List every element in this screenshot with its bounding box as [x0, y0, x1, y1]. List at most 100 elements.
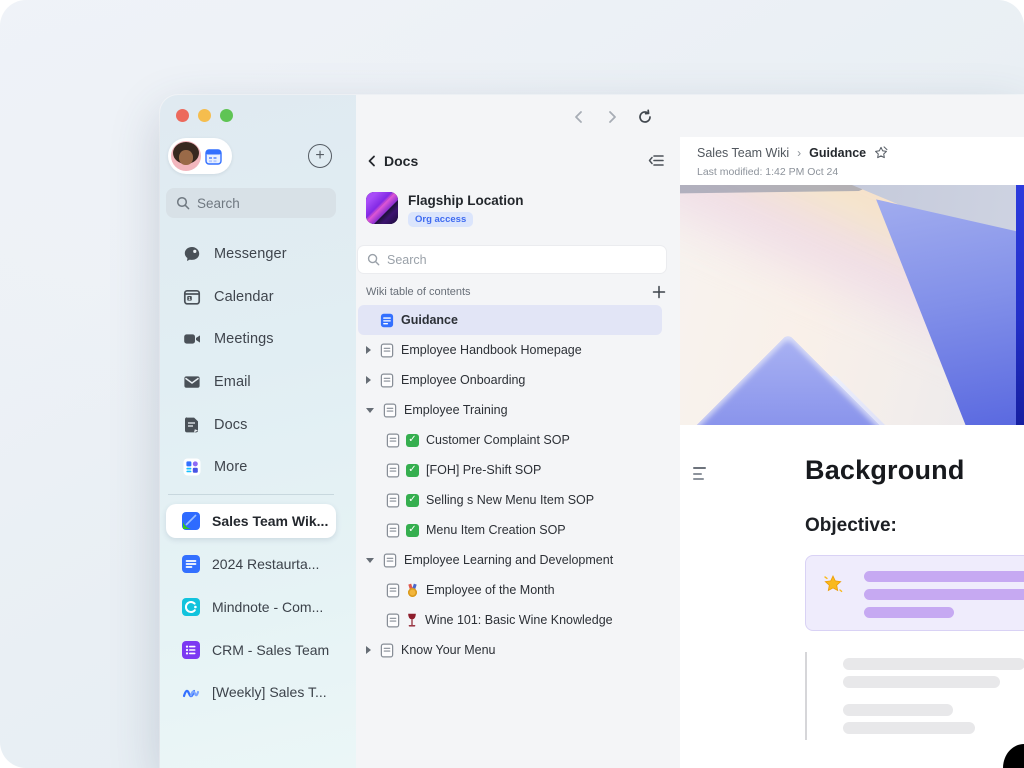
content-panel: Sales Team Wiki › Guidance Last modified… — [680, 137, 1024, 768]
caret-down-icon[interactable] — [366, 408, 374, 413]
hero-image — [680, 185, 1024, 425]
wiki-space-header[interactable]: Flagship Location Org access — [366, 192, 524, 227]
more-apps-icon — [183, 458, 201, 476]
caret-right-icon[interactable] — [366, 346, 371, 354]
wiki-tree: Guidance Employee Handbook Homepage Employ… — [358, 305, 662, 665]
pinned-doc-label: [Weekly] Sales T... — [212, 684, 327, 700]
doc-icon — [386, 613, 400, 628]
tree-item-label: Employee Training — [404, 403, 508, 417]
check-emoji: ✓ — [406, 464, 419, 477]
sidebar-divider — [168, 494, 334, 495]
docs-back[interactable]: Docs — [366, 149, 418, 173]
chevron-left-icon — [366, 155, 378, 167]
sidebar-item-label: Meetings — [214, 331, 274, 347]
page-title: Background — [805, 455, 965, 486]
redacted-text-bar — [864, 607, 954, 618]
collapse-panel-icon[interactable] — [648, 152, 665, 169]
placeholder-text-bar — [843, 704, 953, 716]
sidebar-item-label: More — [214, 459, 247, 475]
doc-blue-icon — [182, 555, 200, 573]
tree-item-label: Employee Handbook Homepage — [401, 343, 582, 357]
placeholder-text-bar — [843, 722, 975, 734]
traffic-light-zoom[interactable] — [220, 109, 233, 122]
wiki-search-input[interactable]: Search — [358, 246, 666, 273]
tree-item[interactable]: Employee Onboarding — [358, 365, 662, 395]
org-access-badge: Org access — [408, 212, 473, 227]
messenger-icon — [183, 245, 201, 263]
caret-right-icon[interactable] — [366, 646, 371, 654]
callout-block[interactable] — [805, 555, 1024, 631]
search-icon — [367, 253, 380, 266]
doc-icon — [386, 583, 400, 598]
cursor-artifact — [1003, 744, 1024, 768]
add-page-icon[interactable] — [652, 285, 666, 299]
placeholder-text-bar — [843, 676, 1000, 688]
wiki-space-title: Flagship Location — [408, 193, 524, 208]
app-window: + Search Messenger 1Calendar Meetings Email… — [160, 95, 1024, 768]
sidebar-item-docs[interactable]: Docs — [166, 408, 336, 442]
check-emoji: ✓ — [406, 524, 419, 537]
breadcrumb-parent[interactable]: Sales Team Wiki — [697, 146, 789, 160]
wiki-icon — [182, 512, 200, 530]
tree-item-label: Employee of the Month — [426, 583, 555, 597]
tree-item[interactable]: Employee Training — [358, 395, 662, 425]
tree-item[interactable]: ✓ [FOH] Pre-Shift SOP — [358, 455, 662, 485]
tree-item[interactable]: Employee Learning and Development — [358, 545, 662, 575]
medal-emoji — [406, 584, 419, 597]
last-modified: Last modified: 1:42 PM Oct 24 — [697, 166, 838, 178]
forward-icon[interactable] — [604, 109, 620, 125]
doc-icon-blue — [380, 313, 394, 328]
tree-item[interactable]: ✓ Menu Item Creation SOP — [358, 515, 662, 545]
check-emoji: ✓ — [406, 494, 419, 507]
sidebar-item-more[interactable]: More — [166, 450, 336, 484]
docs-panel: Docs Flagship Location Org access Search — [356, 137, 680, 768]
tree-item-label: [FOH] Pre-Shift SOP — [426, 463, 541, 477]
caret-right-icon[interactable] — [366, 376, 371, 384]
quick-access-star-icon[interactable] — [874, 146, 888, 160]
tree-item[interactable]: Know Your Menu — [358, 635, 662, 665]
minutes-icon — [182, 683, 200, 701]
add-button[interactable]: + — [308, 144, 332, 168]
sidebar-item-calendar[interactable]: 1Calendar — [166, 280, 336, 314]
doc-icon — [380, 373, 394, 388]
sidebar-item-email[interactable]: Email — [166, 365, 336, 399]
quote-block — [805, 652, 1024, 742]
traffic-light-minimize[interactable] — [198, 109, 211, 122]
pinned-doc-label: Sales Team Wik... — [212, 513, 328, 529]
pinned-doc-item[interactable]: CRM - Sales Team — [166, 633, 336, 667]
tree-item[interactable]: Guidance — [358, 305, 662, 335]
tree-item[interactable]: ✓Selling s New Menu Item SOP — [358, 485, 662, 515]
glowing-star-icon — [823, 574, 843, 594]
doc-icon — [383, 553, 397, 568]
tree-item-label: Menu Item Creation SOP — [426, 523, 566, 537]
toolbar — [356, 95, 1024, 137]
breadcrumb-separator: › — [797, 146, 801, 160]
tree-item-label: Wine 101: Basic Wine Knowledge — [425, 613, 613, 627]
sidebar-item-messenger[interactable]: Messenger — [166, 237, 336, 271]
pinned-doc-item[interactable]: [Weekly] Sales T... — [166, 675, 336, 709]
tree-item[interactable]: Employee of the Month — [358, 575, 662, 605]
sidebar-item-label: Messenger — [214, 246, 287, 262]
sidebar-search[interactable]: Search — [166, 188, 336, 218]
doc-icon — [380, 343, 394, 358]
meetings-icon — [183, 330, 201, 348]
pinned-doc-item[interactable]: 2024 Restaurta... — [166, 547, 336, 581]
sidebar-item-label: Calendar — [214, 289, 274, 305]
back-icon[interactable] — [571, 109, 587, 125]
pinned-doc-item[interactable]: Mindnote - Com... — [166, 590, 336, 624]
doc-icon — [386, 433, 400, 448]
caret-down-icon[interactable] — [366, 558, 374, 563]
tree-item-label: Know Your Menu — [401, 643, 496, 657]
document-outline-icon[interactable] — [693, 467, 710, 481]
profile-pill[interactable] — [168, 138, 232, 174]
sidebar-item-meetings[interactable]: Meetings — [166, 322, 336, 356]
avatar[interactable] — [171, 141, 201, 171]
tree-item[interactable]: Wine 101: Basic Wine Knowledge — [358, 605, 662, 635]
traffic-light-close[interactable] — [176, 109, 189, 122]
breadcrumb-current[interactable]: Guidance — [809, 146, 866, 160]
refresh-icon[interactable] — [637, 109, 653, 125]
tree-item[interactable]: Employee Handbook Homepage — [358, 335, 662, 365]
pinned-doc-item[interactable]: Sales Team Wik... — [166, 504, 336, 538]
tree-item[interactable]: ✓Customer Complaint SOP — [358, 425, 662, 455]
quote-border — [805, 652, 807, 740]
